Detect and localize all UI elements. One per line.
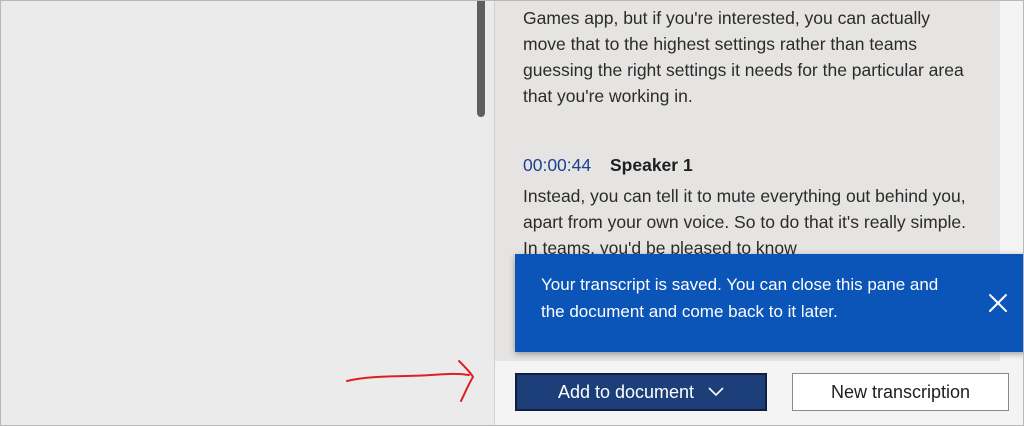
- pane-footer: Add to document New transcription: [495, 361, 1023, 425]
- timestamp-link[interactable]: 00:00:44: [523, 155, 591, 175]
- chevron-down-icon: [708, 387, 724, 397]
- transcript-segment-header: 00:00:44 Speaker 1: [523, 153, 693, 177]
- new-transcription-label: New transcription: [830, 381, 971, 402]
- add-to-document-label: Add to document: [557, 381, 695, 402]
- transcript-segment-text: Games app, but if you're interested, you…: [523, 8, 964, 106]
- red-arrow-annotation: [346, 360, 475, 402]
- add-to-document-button[interactable]: Add to document: [515, 373, 767, 411]
- document-scrollbar[interactable]: [477, 1, 485, 117]
- document-area: [1, 1, 494, 425]
- transcript-segment-text: Instead, you can tell it to mute everyth…: [523, 186, 966, 258]
- new-transcription-button[interactable]: New transcription: [792, 373, 1009, 411]
- app-frame: Games app, but if you're interested, you…: [0, 0, 1024, 426]
- notification-message: Your transcript is saved. You can close …: [541, 275, 939, 321]
- transcribe-pane: Games app, but if you're interested, you…: [494, 1, 1023, 425]
- speaker-name: Speaker 1: [610, 155, 693, 175]
- saved-notification: Your transcript is saved. You can close …: [515, 254, 1023, 352]
- close-icon[interactable]: [985, 290, 1011, 316]
